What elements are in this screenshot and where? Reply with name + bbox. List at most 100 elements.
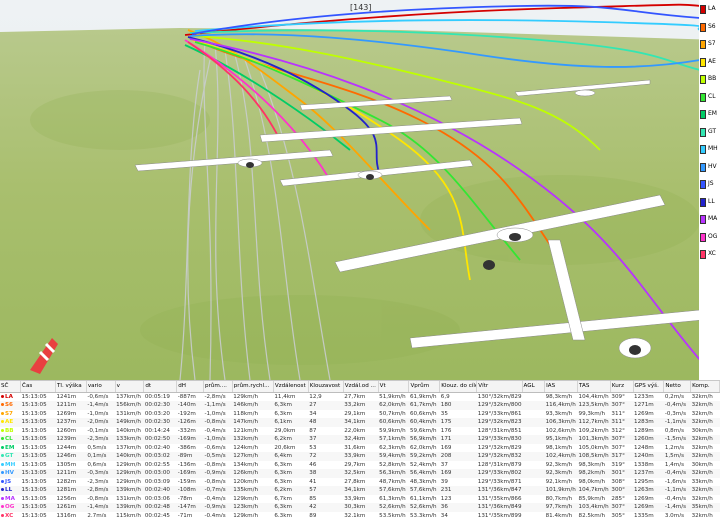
table-cell: 99,3km/h <box>578 410 606 417</box>
table-cell: 176 <box>440 427 452 434</box>
table-row[interactable]: GT 15:13:05 1246m 0,1m/s 140km/h 00:03:02 -89m… <box>0 452 720 461</box>
table-cell: 1237m <box>55 418 87 427</box>
table-cell: 1256m <box>56 495 77 502</box>
table-row[interactable]: OG 15:13:05 1261m -1,4m/s 139km/h 00:02:48 -14… <box>0 503 720 512</box>
column-header[interactable]: v <box>115 381 145 393</box>
table-cell: -1,0m/s <box>203 435 233 444</box>
column-header[interactable]: Tl. výška <box>55 381 87 393</box>
table-row[interactable]: EM 15:13:05 1244m 0,5m/s 137km/h 00:02:40 -386… <box>0 444 720 453</box>
column-header[interactable]: Vítr <box>476 381 523 393</box>
table-row[interactable]: MA 15:13:05 1256m -0,8m/s 131km/h 00:03:06 -78… <box>0 495 720 504</box>
table-cell: 129°/32km/829m <box>477 444 522 451</box>
table-cell: 32km/h <box>690 401 720 410</box>
column-header[interactable]: Komp. <box>690 381 720 393</box>
table-cell: 32,5km <box>343 469 379 478</box>
table-row[interactable]: JS 15:13:05 1282m -2,3m/s 129km/h 00:03:09 -15… <box>0 478 720 487</box>
legend-label: LL <box>708 197 715 205</box>
table-cell: 319° <box>611 461 625 468</box>
table-cell: 139km/h <box>115 486 144 495</box>
table-cell: 15:13:05 <box>21 410 47 417</box>
table-cell: -0,3m/s <box>86 469 116 478</box>
3d-flight-view[interactable]: [143] <box>0 0 720 380</box>
column-header[interactable]: prům.... <box>203 381 233 393</box>
table-cell: 129°/33km/871m <box>477 478 522 485</box>
legend-item-gt[interactable]: GT <box>699 125 720 141</box>
table-cell: 97,7km/h <box>544 503 578 512</box>
column-header[interactable]: Klouz. do cíle <box>439 381 478 393</box>
legend-item-ma[interactable]: MA <box>699 212 720 228</box>
table-row[interactable]: MH 15:13:05 1305m 0,6m/s 129km/h 00:02:55 -136… <box>0 461 720 470</box>
legend-item-bb[interactable]: BB <box>699 72 720 88</box>
legend-item-mh[interactable]: MH <box>699 142 720 158</box>
table-cell: 20,6km <box>274 444 296 451</box>
legend-item-og[interactable]: OG <box>699 230 720 246</box>
legend-label: MA <box>708 215 718 222</box>
table-cell: 52,6km/h <box>378 503 409 512</box>
table-row[interactable]: AE 15:13:05 1237m -2,0m/s 149km/h 00:02:30 -12… <box>0 418 720 427</box>
legend-item-cl[interactable]: CL <box>699 90 720 106</box>
table-cell: 129km/h <box>233 512 259 517</box>
table-cell: 52,8km/h <box>379 461 406 468</box>
table-cell: -1,4m/s <box>86 503 116 512</box>
table-row[interactable]: LA 15:13:05 1241m -0,6m/s 137km/h 00:05:19 -88… <box>0 392 720 401</box>
table-cell <box>522 392 545 401</box>
legend-item-ae[interactable]: AE <box>699 55 720 71</box>
table-cell: 129°/33km/802m <box>476 469 523 478</box>
table-cell: 98,3km/h <box>545 393 573 400</box>
legend-item-js[interactable]: JS <box>699 177 720 193</box>
table-cell: 6,3km <box>273 401 309 410</box>
column-header[interactable]: dH <box>176 381 204 393</box>
legend-item-xc[interactable]: XC <box>699 247 720 263</box>
table-cell: 129°/32km/832m <box>476 452 523 461</box>
legend-item-hv[interactable]: HV <box>699 160 720 176</box>
column-header[interactable]: IAS <box>544 381 579 393</box>
table-cell: 1241m <box>56 393 77 400</box>
column-header[interactable]: Vzdál.od ... <box>343 381 379 393</box>
table-cell: 6,7km <box>274 495 292 502</box>
table-row[interactable]: HV 15:13:05 1211m -0,3m/s 129km/h 00:03:00 -16… <box>0 469 720 478</box>
column-header[interactable]: vario <box>86 381 116 393</box>
legend-item-ll[interactable]: LL <box>699 195 720 211</box>
table-cell: 48,7km/h <box>379 478 406 485</box>
table-cell: -0,5m/s <box>203 452 233 461</box>
table-row[interactable]: S6 15:13:05 1211m -1,4m/s 156km/h 00:02:30 -14… <box>0 401 720 410</box>
table-cell: 57,1km/h <box>378 435 409 444</box>
table-row[interactable]: BB 15:13:05 1260m -0,1m/s 140km/h 00:14:24 -33… <box>0 427 720 436</box>
table-cell: 128°/31km/879m <box>477 461 522 468</box>
column-header[interactable]: TAS <box>577 381 611 393</box>
table-cell: 1305m <box>56 461 77 468</box>
table-cell: 57 <box>308 486 344 495</box>
table-cell: 60,4km/h <box>408 418 440 427</box>
legend-item-s6[interactable]: S6 <box>699 20 720 36</box>
table-cell: 48,3km/h <box>409 478 437 485</box>
table-cell: -159m <box>177 478 196 485</box>
column-header[interactable]: AGL <box>522 381 546 393</box>
column-header[interactable]: Kurz <box>610 381 634 393</box>
column-header[interactable]: prům.rychl... <box>232 381 274 393</box>
table-cell: 41 <box>309 478 317 485</box>
table-row[interactable]: LL 15:13:05 1281m -2,8m/s 139km/h 00:02:40 -10… <box>0 486 720 495</box>
column-header[interactable]: Netto <box>663 381 692 393</box>
legend-item-la[interactable]: LA <box>699 2 720 18</box>
column-header[interactable]: Vt <box>378 381 410 393</box>
legend-label: XC <box>708 250 716 257</box>
table-cell: 132km/h <box>232 435 274 444</box>
table-row[interactable]: CL 15:13:05 1239m -2,3m/s 133km/h 00:02:50 -16… <box>0 435 720 444</box>
column-header[interactable]: Vzdálenost <box>273 381 309 393</box>
table-cell: -0,9m/s <box>203 469 233 478</box>
table-row[interactable]: S7 15:13:05 1269m -1,0m/s 131km/h 00:03:20 -19… <box>0 410 720 419</box>
column-header[interactable]: Klouzavost <box>308 381 344 393</box>
column-header[interactable]: Vprům <box>408 381 441 393</box>
table-row[interactable]: XC 15:13:05 1316m 2,7m/s 115km/h 00:02:45 -71m… <box>0 512 720 517</box>
legend-swatch <box>700 40 706 49</box>
column-header[interactable]: GPS výš. <box>633 381 665 393</box>
column-header[interactable]: dt <box>143 381 178 393</box>
table-cell: 3,0m/s <box>664 512 684 517</box>
legend-item-s7[interactable]: S7 <box>699 37 720 53</box>
legend-item-em[interactable]: EM <box>699 107 720 123</box>
table-cell: 37 <box>308 435 344 444</box>
column-header[interactable]: SČ <box>0 381 22 393</box>
table-cell: 15:13:05 <box>21 461 47 468</box>
column-header[interactable]: Čas <box>20 381 56 393</box>
pilot-code-cell: LA <box>0 392 21 401</box>
